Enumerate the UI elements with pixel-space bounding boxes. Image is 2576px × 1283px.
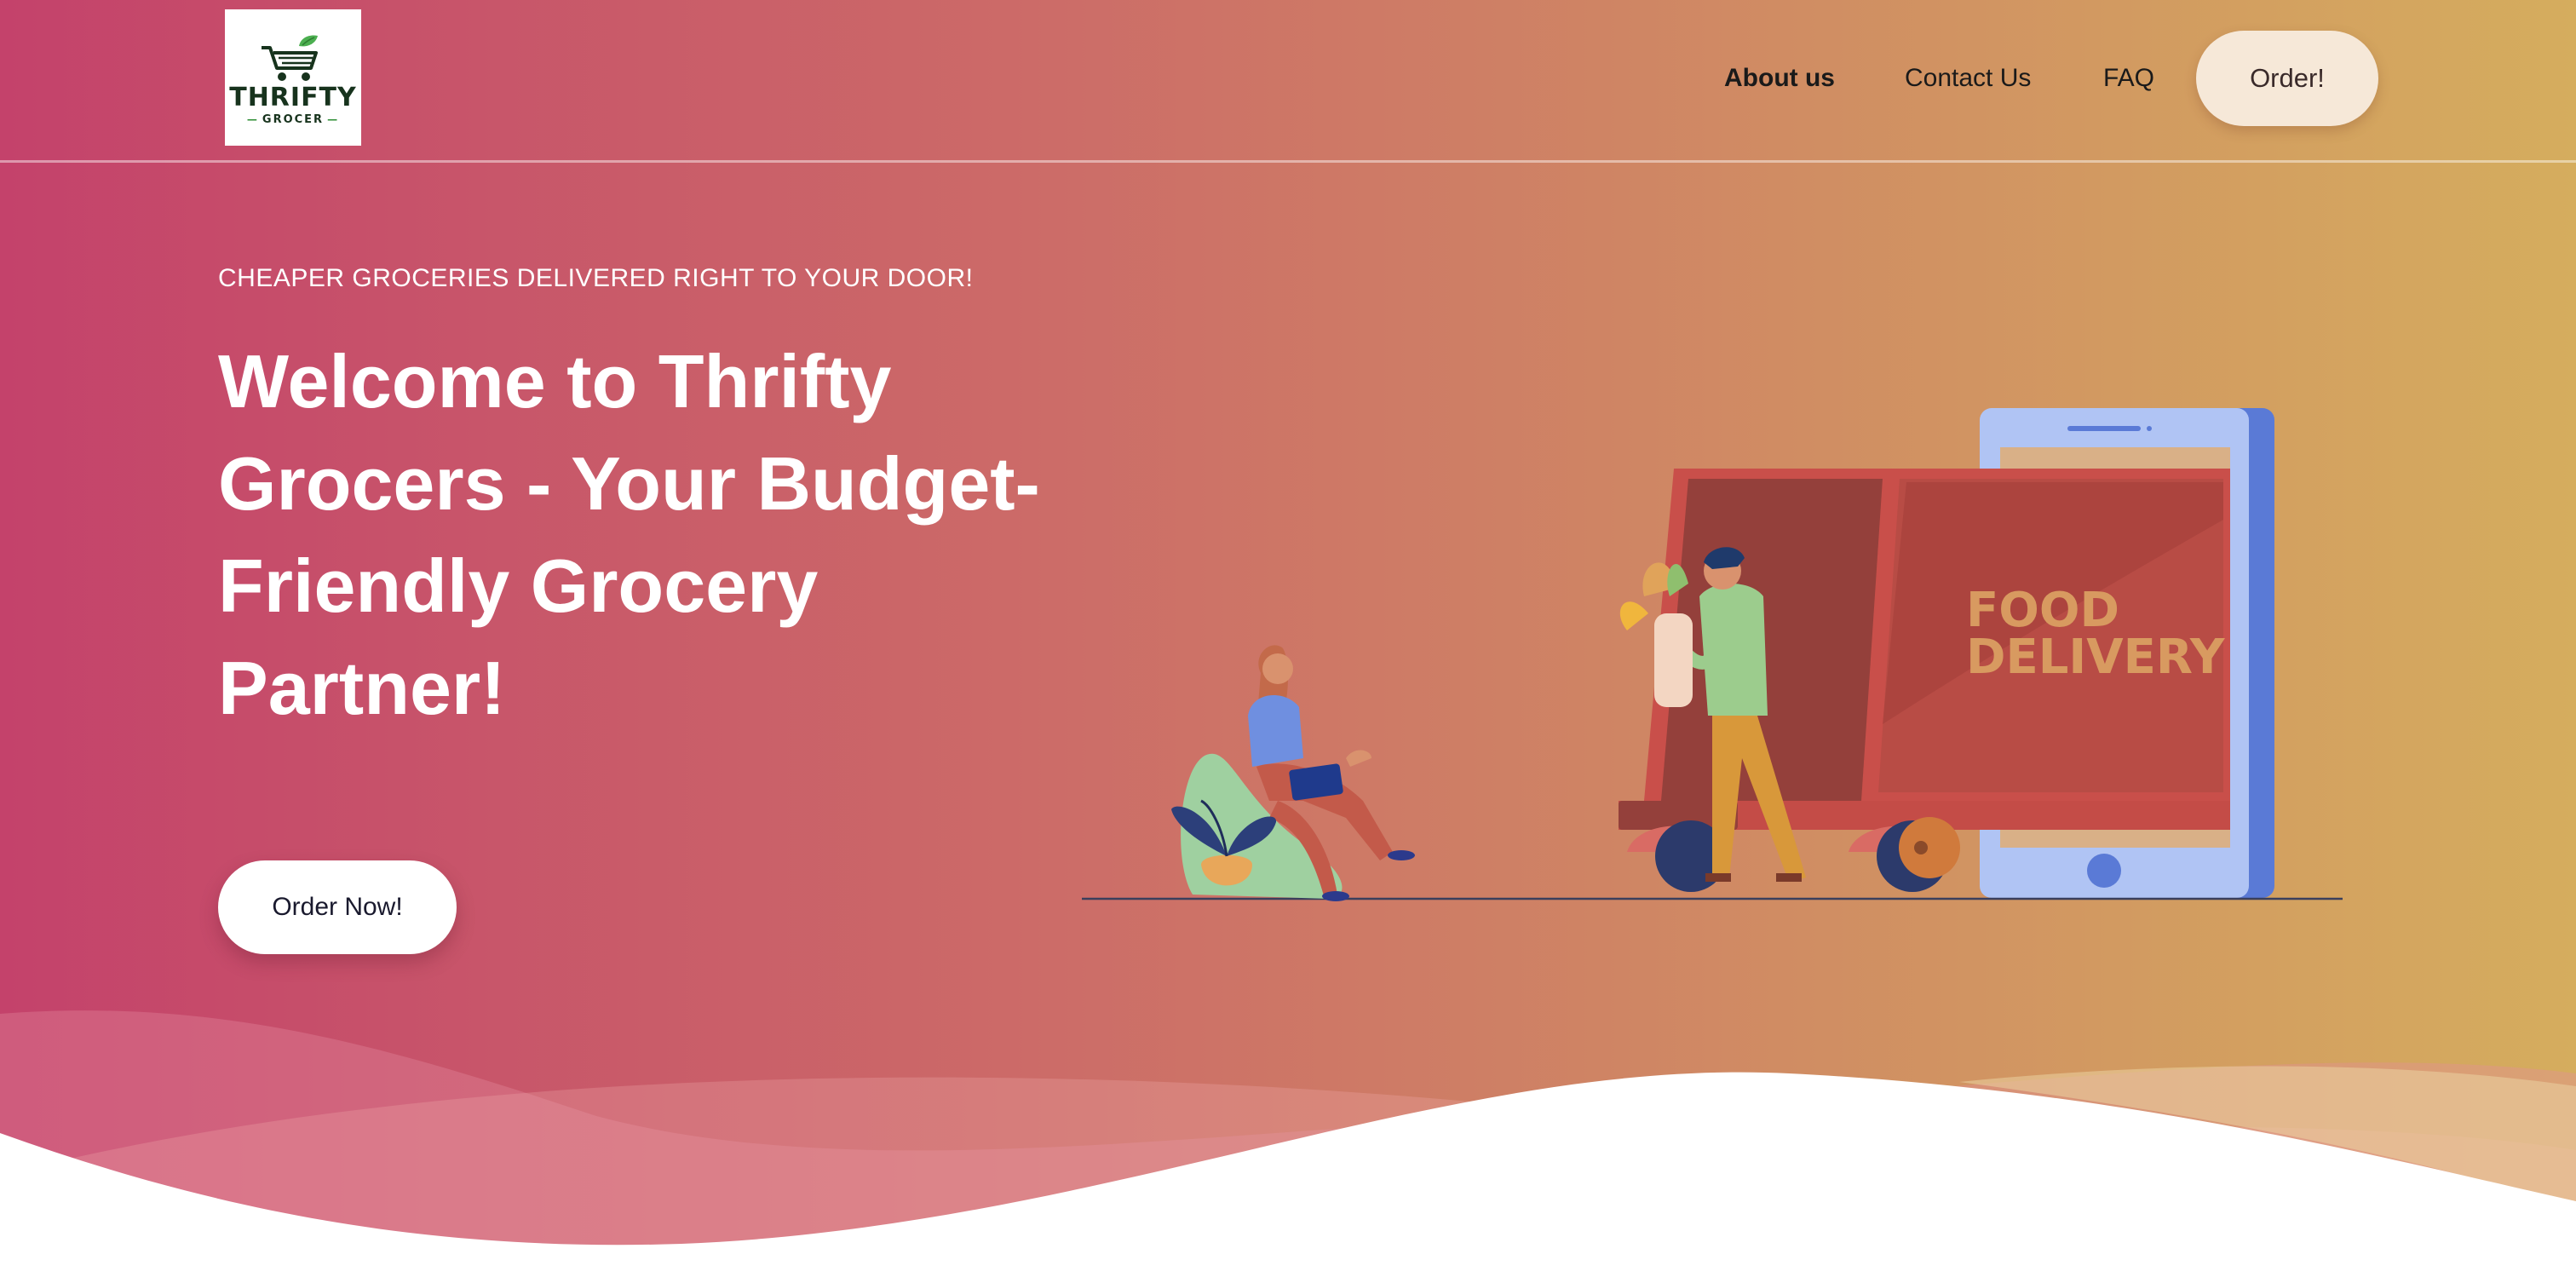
- header-divider: [0, 160, 2576, 163]
- logo[interactable]: THRIFTY GROCER: [225, 9, 361, 146]
- hero-tagline: CHEAPER GROCERIES DELIVERED RIGHT TO YOU…: [218, 264, 974, 292]
- order-now-button[interactable]: Order Now!: [218, 860, 457, 954]
- cart-icon: [262, 35, 318, 81]
- hero-headline: Welcome to Thrifty Grocers - Your Budget…: [218, 339, 1040, 730]
- nav-faq[interactable]: FAQ: [2103, 61, 2154, 95]
- logo-wordmark: THRIFTY: [229, 82, 357, 112]
- food-delivery-illustration: FOOD DELIVERY: [1082, 408, 2343, 901]
- logo-subtitle: GROCER: [244, 114, 342, 125]
- nav-about-us[interactable]: About us: [1724, 61, 1835, 95]
- nav-contact-us[interactable]: Contact Us: [1905, 61, 2031, 95]
- truck-text-delivery: DELIVERY: [1966, 630, 2226, 685]
- order-button[interactable]: Order!: [2196, 31, 2378, 126]
